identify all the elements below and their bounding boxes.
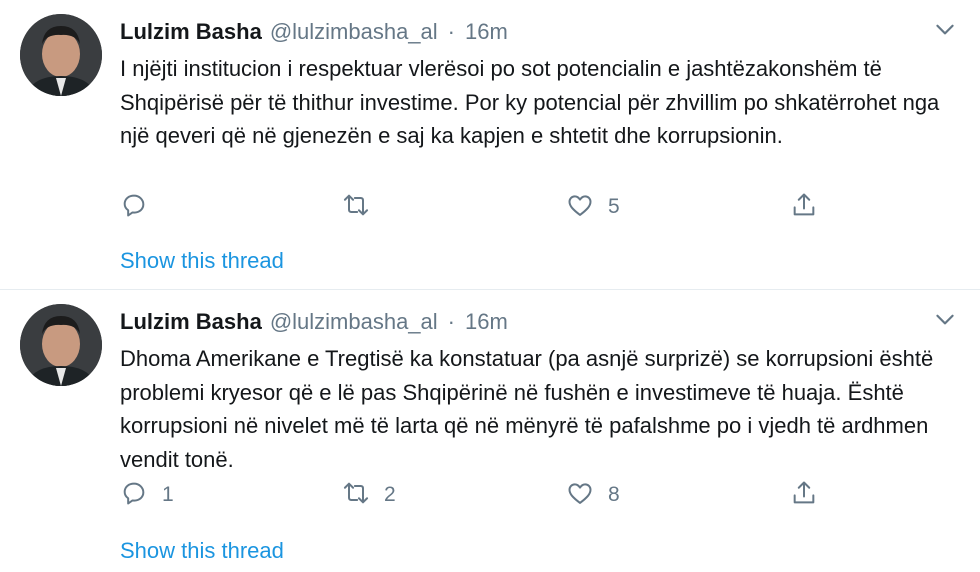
tweet-header: Lulzim Basha @lulzimbasha_al · 16m xyxy=(120,14,508,50)
timestamp[interactable]: 16m xyxy=(465,309,508,335)
author-name[interactable]: Lulzim Basha xyxy=(120,309,262,335)
reply-button[interactable] xyxy=(120,190,162,224)
chevron-down-icon[interactable] xyxy=(932,306,958,332)
share-icon xyxy=(790,479,818,512)
reply-icon xyxy=(120,479,148,512)
like-button[interactable]: 5 xyxy=(566,190,620,224)
avatar[interactable] xyxy=(20,304,102,386)
show-thread-link[interactable]: Show this thread xyxy=(120,538,284,564)
retweet-button[interactable]: 2 xyxy=(342,478,396,512)
separator: · xyxy=(447,309,455,334)
chevron-down-icon[interactable] xyxy=(932,16,958,42)
retweet-button[interactable] xyxy=(342,190,384,224)
timestamp[interactable]: 16m xyxy=(465,19,508,45)
tweet-2[interactable]: Lulzim Basha @lulzimbasha_al · 16m Dhoma… xyxy=(0,290,980,572)
retweet-icon xyxy=(342,191,370,224)
share-icon xyxy=(790,191,818,224)
tweet-text: Dhoma Amerikane e Tregtisë ka konstatuar… xyxy=(120,346,934,472)
separator: · xyxy=(447,19,455,44)
tweet-1[interactable]: Lulzim Basha @lulzimbasha_al · 16m I një… xyxy=(0,0,980,290)
like-icon xyxy=(566,191,594,224)
tweet-text: I njëjti institucion i respektuar vlerës… xyxy=(120,56,940,148)
share-button[interactable] xyxy=(790,190,818,224)
reply-icon xyxy=(120,191,148,224)
retweet-count: 2 xyxy=(384,483,396,506)
author-handle[interactable]: @lulzimbasha_al xyxy=(270,19,438,45)
tweet-actions: 1 2 8 xyxy=(120,478,840,512)
like-button[interactable]: 8 xyxy=(566,478,620,512)
like-count: 5 xyxy=(608,195,620,218)
share-button[interactable] xyxy=(790,478,818,512)
like-count: 8 xyxy=(608,483,620,506)
author-handle[interactable]: @lulzimbasha_al xyxy=(270,309,438,335)
retweet-icon xyxy=(342,479,370,512)
show-thread-link[interactable]: Show this thread xyxy=(120,248,284,274)
tweet-actions: 5 xyxy=(120,190,840,224)
reply-count: 1 xyxy=(162,483,174,506)
reply-button[interactable]: 1 xyxy=(120,478,174,512)
author-name[interactable]: Lulzim Basha xyxy=(120,19,262,45)
avatar[interactable] xyxy=(20,14,102,96)
like-icon xyxy=(566,479,594,512)
tweet-header: Lulzim Basha @lulzimbasha_al · 16m xyxy=(120,304,508,340)
